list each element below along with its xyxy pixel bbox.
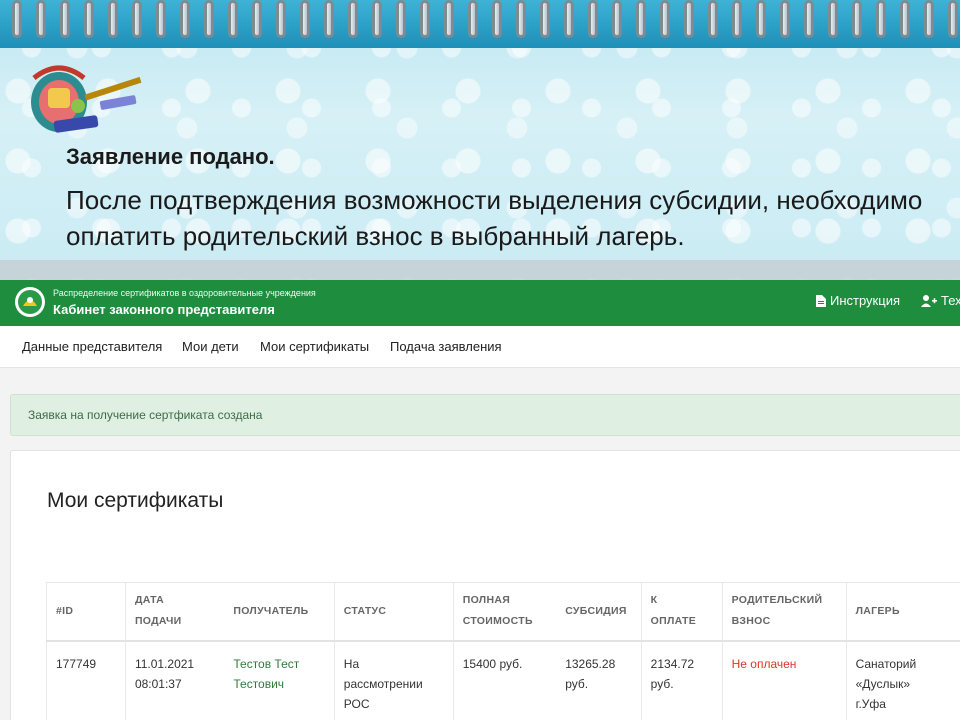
column-header-status[interactable]: СТАТУС [333,582,454,642]
spiral-ring [924,0,934,38]
tech-support-link[interactable]: Тех [921,293,960,308]
portal-header: Распределение сертификатов в оздоровител… [0,280,960,326]
column-header-full-cost[interactable]: ПОЛНАЯ СТОИМОСТЬ [452,582,557,642]
spiral-ring [828,0,838,38]
nav-item-representative-data[interactable]: Данные представителя [22,339,162,354]
spiral-ring [660,0,670,38]
document-icon [816,294,826,307]
slide-text: Заявление подано. После подтверждения во… [66,140,926,254]
portal-title[interactable]: Кабинет законного представителя [53,302,275,317]
spiral-ring [84,0,94,38]
school-supplies-icon [31,65,142,133]
column-header-camp[interactable]: ЛАГЕРЬ [845,582,960,642]
spiral-ring [348,0,358,38]
spiral-ring [612,0,622,38]
cell-recipient[interactable]: Тестов Тест Тестович [224,641,334,720]
column-header-parent-fee[interactable]: РОДИТЕЛЬСКИЙ ВЗНОС [721,582,847,642]
certificates-table: #ID ДАТА ПОДАЧИ ПОЛУЧАТЕЛЬ СТАТУС ПОЛНАЯ С… [46,582,960,720]
nav-item-my-certificates[interactable]: Мои сертификаты [260,339,369,354]
spiral-ring [708,0,718,38]
spiral-ring [732,0,742,38]
column-header-id[interactable]: #ID [46,582,126,642]
spiral-ring [108,0,118,38]
cell-id: 177749 [46,640,126,720]
spiral-ring [444,0,454,38]
table-row[interactable]: 177749 11.01.2021 08:01:37 Тестов Тест Тес… [46,640,960,720]
slide-heading: Заявление подано. [66,144,275,169]
spiral-ring [876,0,886,38]
spiral-ring [564,0,574,38]
spiral-ring [156,0,166,38]
column-header-to-pay[interactable]: К ОПЛАТЕ [640,582,723,642]
spiral-ring [420,0,430,38]
column-header-recipient[interactable]: ПОЛУЧАТЕЛЬ [224,582,335,642]
spiral-ring [540,0,550,38]
column-header-subsidy[interactable]: СУБСИДИЯ [556,582,642,642]
spiral-ring [900,0,910,38]
slide-divider [0,260,960,280]
spiral-ring [12,0,22,38]
notebook-spiral [0,0,960,48]
spiral-ring [324,0,334,38]
spiral-ring [60,0,70,38]
instruction-link[interactable]: Инструкция [816,293,900,308]
spiral-ring [684,0,694,38]
cell-parent-fee-status: Не оплачен [721,640,847,720]
spiral-ring [300,0,310,38]
cell-to-pay: 2134.72 руб. [640,640,723,720]
nav-item-my-children[interactable]: Мои дети [182,339,239,354]
cell-status: На рассмотрении РОС [333,640,454,720]
spiral-ring [852,0,862,38]
success-alert: Заявка на получение сертфиката создана [10,394,960,436]
spiral-ring [756,0,766,38]
spiral-ring [228,0,238,38]
spiral-ring [132,0,142,38]
spiral-ring [804,0,814,38]
spiral-ring [468,0,478,38]
spiral-ring [780,0,790,38]
spiral-ring [252,0,262,38]
emblem-icon[interactable] [14,286,46,318]
user-plus-icon [921,294,937,307]
main-nav: Данные представителя Мои дети Мои сертиф… [0,326,960,368]
cell-date: 11.01.2021 08:01:37 [124,640,225,720]
spiral-ring [396,0,406,38]
spiral-ring [492,0,502,38]
spiral-ring [636,0,646,38]
column-header-date[interactable]: ДАТА ПОДАЧИ [124,582,225,642]
spiral-ring [36,0,46,38]
spiral-ring [180,0,190,38]
portal-subtitle: Распределение сертификатов в оздоровител… [53,288,316,298]
instruction-link-label: Инструкция [830,293,900,308]
page-title: Мои сертификаты [47,489,224,512]
tech-support-link-label: Тех [941,293,960,308]
spiral-ring [372,0,382,38]
nav-item-submit-application[interactable]: Подача заявления [390,339,502,354]
cell-subsidy: 13265.28 руб. [565,656,616,691]
spiral-ring [204,0,214,38]
spiral-ring [516,0,526,38]
table-header-row: #ID ДАТА ПОДАЧИ ПОЛУЧАТЕЛЬ СТАТУС ПОЛНАЯ С… [46,582,960,642]
spiral-ring [588,0,598,38]
slide-body: После подтверждения возможности выделени… [66,185,923,251]
spiral-ring [948,0,958,38]
spiral-ring [276,0,286,38]
cell-camp: Санаторий «Дуслык» г.Уфа [845,640,960,720]
cell-full-cost: 15400 руб. [452,640,557,720]
